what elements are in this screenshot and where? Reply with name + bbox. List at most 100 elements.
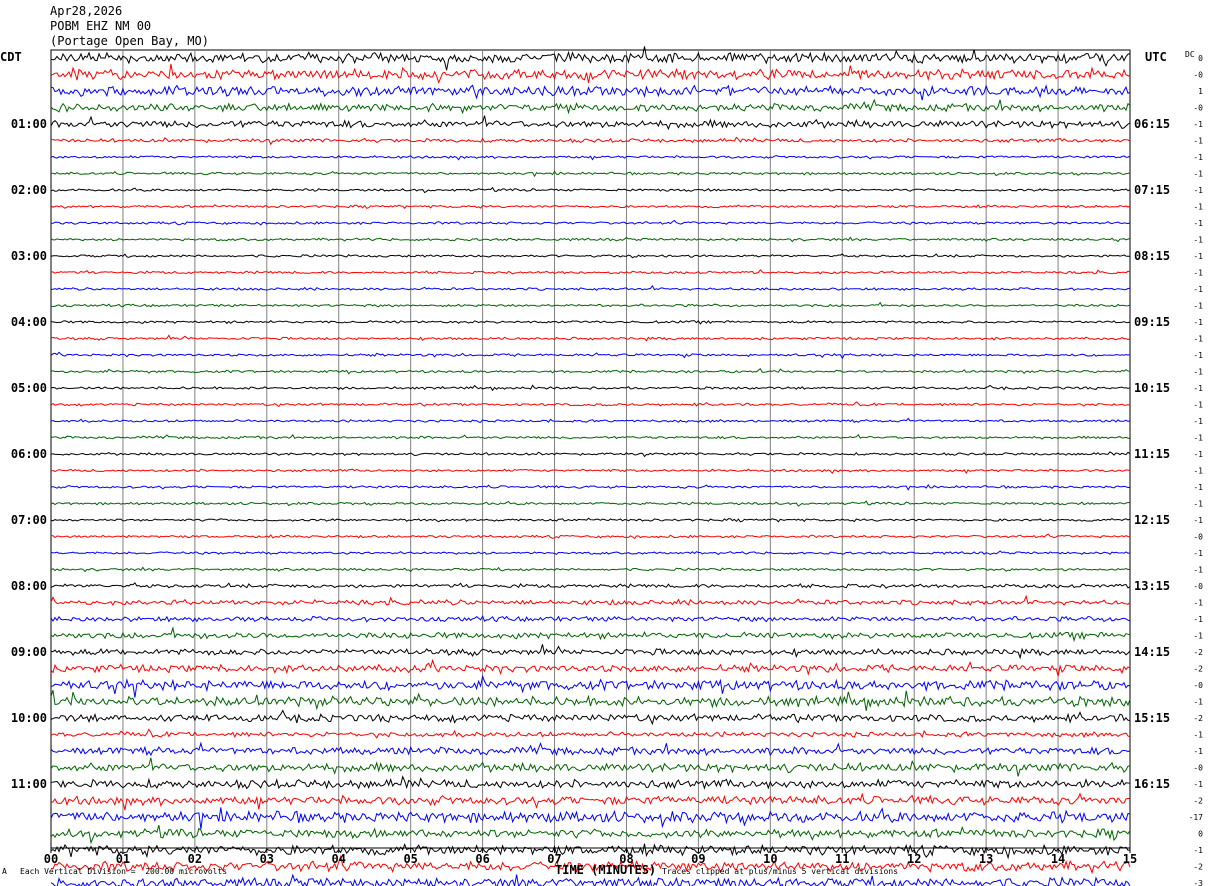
dc-offset-label: -1 [1193, 731, 1203, 740]
trace-line [50, 451, 1131, 458]
trace-line [50, 517, 1131, 523]
dc-offset-label: -1 [1193, 170, 1203, 179]
x-tick-label: 12 [907, 852, 921, 866]
trace-line [50, 825, 1131, 845]
trace-line [50, 84, 1131, 101]
dc-offset-label: -1 [1193, 153, 1203, 162]
trace-line [50, 351, 1131, 360]
trace-line [51, 136, 1131, 146]
dc-offset-label: -1 [1193, 549, 1203, 558]
dc-offset-label: -17 [1189, 813, 1204, 822]
x-axis-title: TIME (MINUTES) [555, 863, 657, 877]
footer-scale-note: Each Vertical Division = 200.00 microvol… [20, 867, 228, 876]
right-hour-label: 15:15 [1134, 711, 1170, 725]
trace-line [50, 792, 1131, 811]
plot-frame [50, 49, 1131, 849]
dc-offset-label: -0 [1193, 681, 1203, 690]
trace-line [50, 284, 1131, 291]
dc-offset-label: -0 [1193, 582, 1203, 591]
trace-line [50, 236, 1131, 243]
dc-offset-label: -1 [1193, 302, 1203, 311]
dc-offset-label: -1 [1193, 846, 1203, 855]
trace-line [50, 807, 1131, 830]
dc-offset-label: -0 [1193, 533, 1203, 542]
trace-line [50, 709, 1131, 726]
trace-line [50, 253, 1131, 259]
dc-offset-label: -1 [1193, 467, 1203, 476]
right-hour-label: 12:15 [1134, 513, 1170, 527]
trace-line [50, 115, 1131, 131]
dc-offset-label: -1 [1193, 285, 1203, 294]
trace-line [50, 170, 1131, 178]
right-hour-label: 06:15 [1134, 117, 1170, 131]
dc-offset-label: -1 [1193, 500, 1203, 509]
dc-offset-label: -1 [1193, 219, 1203, 228]
dc-offset-label: -1 [1193, 384, 1203, 393]
x-tick-label: 01 [116, 852, 130, 866]
dc-offset-label: -0 [1193, 764, 1203, 773]
footer-clip-note: Traces clipped at plus/minus 5 vertical … [662, 867, 899, 876]
trace-line [50, 644, 1131, 660]
trace-line [50, 594, 1131, 607]
trace-line [50, 155, 1131, 161]
trace-line [50, 219, 1131, 226]
axis-labels: 00 01 02 03 04 05 06 07 08 09 10 11 12 13 14 150-01-0-1… [11, 54, 1203, 886]
dc-offset-label: -1 [1193, 351, 1203, 360]
dc-offset-label: -1 [1193, 269, 1203, 278]
trace-line [50, 186, 1131, 194]
dc-offset-label: -2 [1193, 714, 1203, 723]
dc-offset-label: -1 [1193, 203, 1203, 212]
left-hour-label: 10:00 [11, 711, 47, 725]
trace-line [50, 384, 1131, 392]
minute-gridlines [50, 49, 1131, 853]
dc-offset-label: -1 [1193, 335, 1203, 344]
trace-line [50, 690, 1131, 711]
trace-line [50, 334, 1131, 342]
x-tick-label: 13 [979, 852, 993, 866]
trace-line [50, 269, 1131, 275]
trace-line [50, 417, 1131, 423]
trace-line [50, 367, 1131, 375]
x-tick-label: 15 [1123, 852, 1137, 866]
left-hour-label: 01:00 [11, 117, 47, 131]
helicorder-plot: 00 01 02 03 04 05 06 07 08 09 10 11 12 13 14 150-01-0-1… [11, 46, 1203, 886]
dc-offset-label: -2 [1193, 797, 1203, 806]
x-tick-label: 02 [188, 852, 202, 866]
dc-offset-label: -1 [1193, 450, 1203, 459]
dc-offset-label: -1 [1193, 401, 1203, 410]
trace-line [50, 658, 1131, 677]
dc-offset-label: -1 [1193, 632, 1203, 641]
trace-line [50, 775, 1131, 790]
left-hour-label: 08:00 [11, 579, 47, 593]
right-hour-label: 14:15 [1134, 645, 1170, 659]
dc-offset-label: -3 [1193, 879, 1203, 886]
dc-offset-label: -2 [1193, 665, 1203, 674]
dc-offset-label: -1 [1193, 566, 1203, 575]
trace-line [50, 468, 1131, 475]
dc-offset-label: -1 [1193, 747, 1203, 756]
trace-line [50, 550, 1131, 556]
dc-offset-label: 0 [1198, 830, 1203, 839]
x-tick-label: 00 [44, 852, 58, 866]
right-hour-label: 11:15 [1134, 447, 1170, 461]
trace-line [50, 320, 1131, 325]
right-hour-label: 07:15 [1134, 183, 1170, 197]
trace-line [50, 566, 1131, 573]
dc-offset-label: -0 [1193, 104, 1203, 113]
dc-offset-label: -2 [1193, 863, 1203, 872]
trace-line [50, 433, 1131, 440]
trace-line [50, 843, 1131, 860]
x-tick-label: 04 [332, 852, 346, 866]
left-hour-label: 04:00 [11, 315, 47, 329]
dc-offset-label: -1 [1193, 252, 1203, 261]
left-hour-label: 06:00 [11, 447, 47, 461]
dc-offset-label: -1 [1193, 120, 1203, 129]
dc-offset-label: -2 [1193, 648, 1203, 657]
trace-line [50, 98, 1131, 115]
dc-offset-label: -1 [1193, 137, 1203, 146]
trace-line [50, 582, 1131, 589]
left-hour-label: 03:00 [11, 249, 47, 263]
dc-offset-label: -1 [1193, 780, 1203, 789]
left-hour-label: 05:00 [11, 381, 47, 395]
trace-line [51, 533, 1131, 540]
